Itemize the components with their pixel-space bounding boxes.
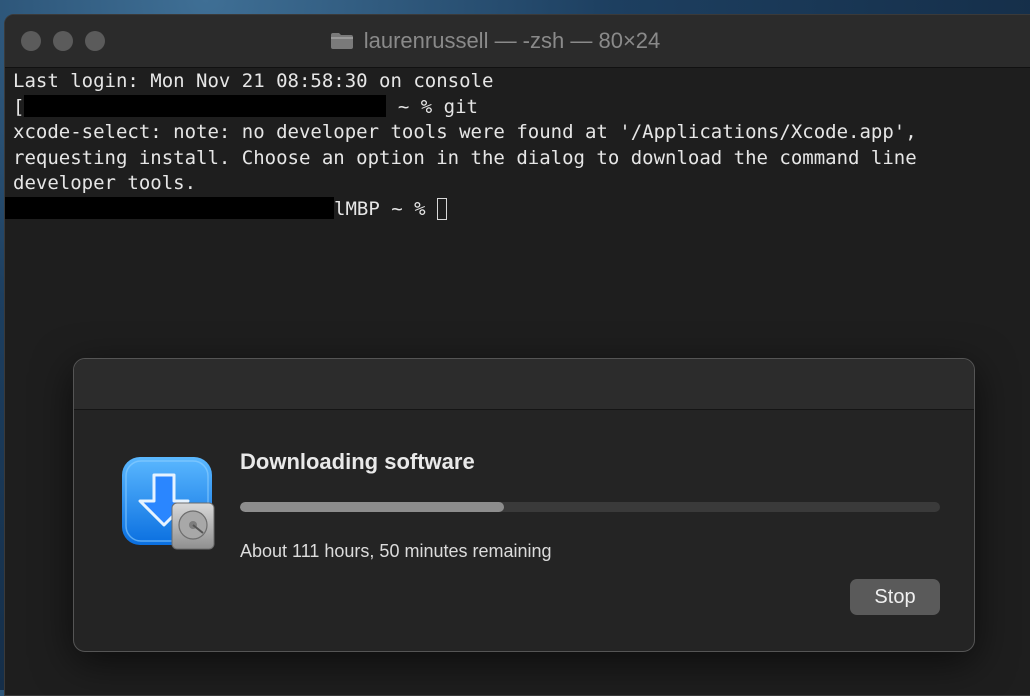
xcode-installer-icon bbox=[120, 455, 220, 555]
install-note-line: requesting install. Choose an option in … bbox=[13, 146, 917, 169]
time-remaining-text: About 111 hours, 50 minutes remaining bbox=[240, 541, 552, 561]
git-command: ~ % git bbox=[386, 95, 478, 118]
xcode-note-line: xcode-select: note: no developer tools w… bbox=[13, 121, 917, 143]
title-bar[interactable]: laurenrussell — -zsh — 80×24 bbox=[5, 15, 1030, 68]
text-cursor bbox=[436, 197, 447, 220]
prompt-line-git: [ ~ % git bbox=[13, 94, 917, 121]
dialog-title: Downloading software bbox=[240, 449, 475, 474]
download-progress-bar bbox=[240, 502, 940, 512]
window-title: laurenrussell — -zsh — 80×24 bbox=[363, 28, 661, 53]
bracket-char: [ bbox=[13, 95, 25, 118]
download-dialog: Downloading software About 111 hours, 50… bbox=[73, 358, 975, 652]
prompt-line-current: lMBP ~ % bbox=[5, 196, 917, 223]
prompt-text: lMBP ~ % bbox=[334, 197, 437, 220]
dialog-header bbox=[74, 359, 974, 410]
redacted-block bbox=[5, 196, 334, 219]
developer-tools-line: developer tools. bbox=[13, 172, 197, 194]
progress-fill bbox=[240, 502, 504, 512]
last-login-line: Last login: Mon Nov 21 08:58:30 on conso… bbox=[13, 70, 494, 92]
terminal-output[interactable]: Last login: Mon Nov 21 08:58:30 on conso… bbox=[5, 69, 917, 222]
redacted-block bbox=[24, 94, 387, 117]
folder-icon bbox=[330, 32, 354, 50]
window-title-container: laurenrussell — -zsh — 80×24 bbox=[5, 15, 1030, 67]
stop-button[interactable]: Stop bbox=[850, 579, 940, 615]
